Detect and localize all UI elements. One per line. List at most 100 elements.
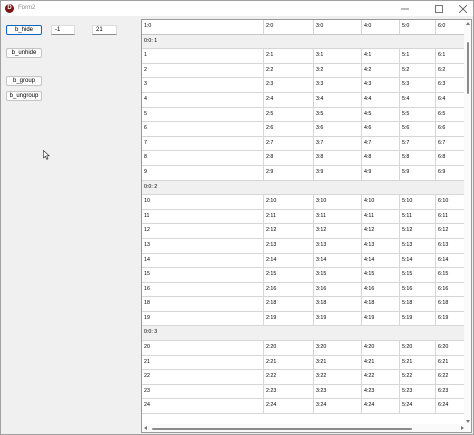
grid-cell[interactable]: 4:24 [362, 399, 400, 414]
scroll-up-icon[interactable] [466, 22, 470, 25]
grid-cell[interactable]: 2 [142, 63, 264, 78]
table-row[interactable]: 16 2:16 3:16 4:16 5:16 6:16 [142, 282, 465, 298]
grid-cell[interactable]: 2:13 [264, 238, 314, 253]
grid-cell[interactable]: 3:11 [314, 209, 362, 224]
grid-cell[interactable]: 6:16 [436, 282, 465, 297]
grid-cell[interactable]: 2:15 [264, 268, 314, 282]
grid-cell[interactable]: 5:21 [400, 355, 436, 370]
grid-cell[interactable]: 23 [142, 384, 264, 399]
table-row[interactable]: 6 2:6 3:6 4:6 5:6 6:6 [142, 122, 465, 137]
grid-cell[interactable]: 4:18 [362, 297, 400, 311]
table-row[interactable]: 1 2:1 3:1 4:1 5:1 6:1 [142, 49, 465, 64]
field-b-input[interactable]: 21 [92, 25, 117, 35]
grid-cell[interactable]: 3:15 [314, 268, 362, 282]
grid-cell[interactable]: 6 [142, 122, 264, 136]
grid-cell[interactable]: 4 [142, 92, 264, 107]
grid-cell[interactable]: 5:18 [400, 297, 436, 311]
grid-cell[interactable]: 5:22 [400, 370, 436, 384]
grid-cell[interactable]: 2:12 [264, 224, 314, 238]
grid-cell[interactable]: 3:4 [314, 92, 362, 107]
grid-cell[interactable]: 6:5 [436, 107, 465, 122]
grid-cell[interactable]: 6:19 [436, 311, 465, 326]
horizontal-scrollbar[interactable] [142, 424, 471, 432]
grid-cell[interactable]: 3:6 [314, 122, 362, 136]
grid-cell[interactable]: 6:1 [436, 49, 465, 63]
grid-cell[interactable]: 4:19 [362, 311, 400, 326]
grid-cell[interactable]: 6:15 [436, 268, 465, 282]
grid-cell[interactable]: 5:3 [400, 78, 436, 92]
grid-cell[interactable]: 6:23 [436, 384, 465, 399]
table-row[interactable]: 3 2:3 3:3 4:3 5:3 6:3 [142, 78, 465, 93]
column-header[interactable]: 2:0 [264, 20, 314, 34]
grid-cell[interactable]: 6:20 [436, 341, 465, 355]
grid-cell[interactable]: 21 [142, 355, 264, 370]
grid-cell[interactable]: 8 [142, 151, 264, 165]
grid-cell[interactable]: 11 [142, 209, 264, 224]
grid-cell[interactable]: 19 [142, 311, 264, 326]
grid-cell[interactable]: 2:1 [264, 49, 314, 63]
horizontal-scroll-thumb[interactable] [152, 428, 412, 430]
table-row[interactable]: 12 2:12 3:12 4:12 5:12 6:12 [142, 224, 465, 239]
grid-cell[interactable]: 4:20 [362, 341, 400, 355]
grid-cell[interactable]: 2:22 [264, 370, 314, 384]
grid-cell[interactable]: 6:22 [436, 370, 465, 384]
grid-cell[interactable]: 3:1 [314, 49, 362, 63]
grid-cell[interactable]: 4:21 [362, 355, 400, 370]
maximize-button[interactable] [429, 1, 449, 16]
table-row[interactable]: 13 2:13 3:13 4:13 5:13 6:13 [142, 238, 465, 254]
table-row[interactable]: 22 2:22 3:22 4:22 5:22 6:22 [142, 370, 465, 385]
grid-cell[interactable]: 4:14 [362, 253, 400, 268]
unhide-button[interactable]: b_unhide [6, 48, 42, 58]
grid-cell[interactable]: 7 [142, 136, 264, 151]
grid-cell[interactable]: 3 [142, 78, 264, 92]
grid-cell[interactable]: 5:10 [400, 195, 436, 209]
grid-cell[interactable]: 3:13 [314, 238, 362, 253]
column-header[interactable]: 6:0 [436, 20, 465, 34]
grid-cell[interactable]: 15 [142, 268, 264, 282]
grid-cell[interactable]: 3:5 [314, 107, 362, 122]
grid-cell[interactable]: 6:18 [436, 297, 465, 311]
grid-cell[interactable]: 3:18 [314, 297, 362, 311]
grid-cell[interactable]: 3:22 [314, 370, 362, 384]
grid-cell[interactable]: 5:1 [400, 49, 436, 63]
grid-cell[interactable]: 5:2 [400, 63, 436, 78]
table-row[interactable]: 8 2:8 3:8 4:8 5:8 6:8 [142, 151, 465, 166]
table-row[interactable]: 5 2:5 3:5 4:5 5:5 6:5 [142, 107, 465, 123]
grid-cell[interactable]: 5:11 [400, 209, 436, 224]
column-header[interactable]: 5:0 [400, 20, 436, 34]
table-row[interactable]: 9 2:9 3:9 4:9 5:9 6:9 [142, 165, 465, 181]
grid-cell[interactable]: 2:3 [264, 78, 314, 92]
grid-cell[interactable]: 4:6 [362, 122, 400, 136]
grid-cell[interactable]: 5:24 [400, 399, 436, 414]
scroll-left-icon[interactable] [144, 426, 147, 430]
group-header-row[interactable]: 0:0: 2 [142, 180, 465, 196]
grid-cell[interactable]: 5:5 [400, 107, 436, 122]
grid-cell[interactable]: 6:4 [436, 92, 465, 107]
grid-cell[interactable]: 5:19 [400, 311, 436, 326]
scroll-right-icon[interactable] [461, 426, 464, 430]
grid-cell[interactable]: 4:4 [362, 92, 400, 107]
grid-cell[interactable]: 6:14 [436, 253, 465, 268]
grid-cell[interactable]: 6:21 [436, 355, 465, 370]
grid-cell[interactable]: 6:13 [436, 238, 465, 253]
field-a-input[interactable]: -1 [51, 25, 75, 35]
group-button[interactable]: b_group [6, 76, 42, 86]
table-row[interactable]: 14 2:14 3:14 4:14 5:14 6:14 [142, 253, 465, 269]
grid-cell[interactable]: 4:13 [362, 238, 400, 253]
grid-cell[interactable]: 2:8 [264, 151, 314, 165]
table-row[interactable]: 15 2:15 3:15 4:15 5:15 6:15 [142, 268, 465, 283]
table-row[interactable]: 10 2:10 3:10 4:10 5:10 6:10 [142, 195, 465, 210]
table-row[interactable]: 11 2:11 3:11 4:11 5:11 6:11 [142, 209, 465, 225]
scroll-down-icon[interactable] [466, 420, 470, 423]
grid-cell[interactable]: 2:2 [264, 63, 314, 78]
column-header[interactable]: 3:0 [314, 20, 362, 34]
grid-cell[interactable]: 2:24 [264, 399, 314, 414]
grid-cell[interactable]: 6:7 [436, 136, 465, 151]
table-row[interactable]: 2 2:2 3:2 4:2 5:2 6:2 [142, 63, 465, 79]
grid-cell[interactable]: 6:11 [436, 209, 465, 224]
grid-cell[interactable]: 5:6 [400, 122, 436, 136]
table-row[interactable]: 7 2:7 3:7 4:7 5:7 6:7 [142, 136, 465, 152]
table-row[interactable]: 20 2:20 3:20 4:20 5:20 6:20 [142, 341, 465, 356]
grid-cell[interactable]: 3:24 [314, 399, 362, 414]
grid-cell[interactable]: 6:9 [436, 165, 465, 180]
